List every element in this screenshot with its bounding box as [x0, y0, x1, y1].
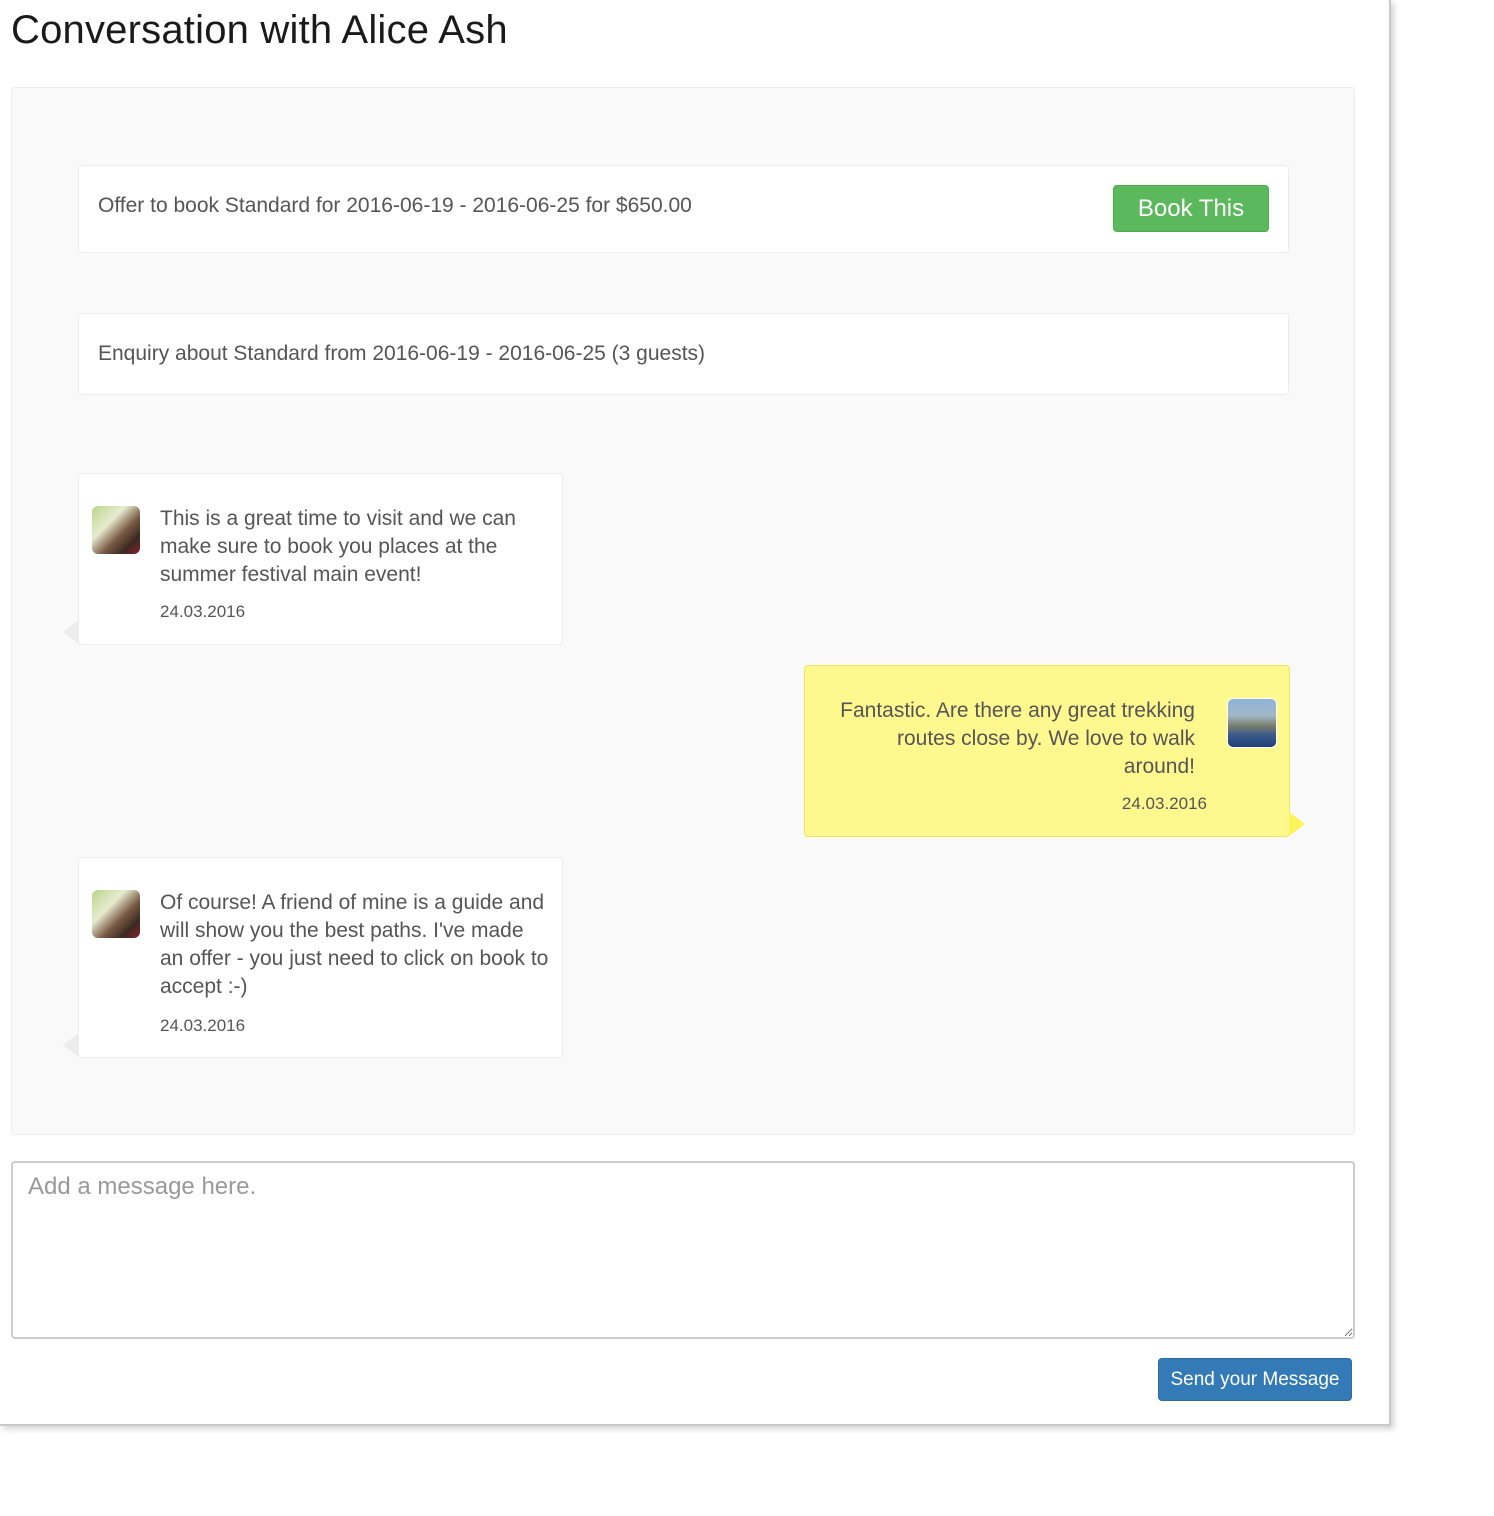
conversation-thread: Offer to book Standard for 2016-06-19 - …	[11, 87, 1355, 1135]
send-message-button[interactable]: Send your Message	[1158, 1358, 1352, 1401]
alice-avatar	[92, 890, 140, 938]
message-text: Fantastic. Are there any great trekking …	[840, 699, 1195, 778]
guest-avatar	[1227, 698, 1277, 748]
message-date: 24.03.2016	[160, 602, 246, 621]
offer-card: Offer to book Standard for 2016-06-19 - …	[78, 165, 1289, 253]
page-title: Conversation with Alice Ash	[11, 8, 508, 52]
message-bubble-received: Of course! A friend of mine is a guide a…	[63, 857, 563, 1058]
message-date: 24.03.2016	[160, 1016, 246, 1035]
alice-avatar	[92, 506, 140, 554]
message-text: Of course! A friend of mine is a guide a…	[160, 891, 549, 998]
message-bubble-received: This is a great time to visit and we can…	[63, 473, 563, 645]
conversation-window: Conversation with Alice Ash Offer to boo…	[0, 0, 1391, 1426]
bubble-tail	[63, 620, 79, 644]
message-bubble-sent: Fantastic. Are there any great trekking …	[804, 665, 1305, 837]
bubble-tail	[1289, 812, 1305, 836]
bubble-tail	[63, 1033, 79, 1057]
message-text: This is a great time to visit and we can…	[160, 507, 516, 586]
enquiry-text: Enquiry about Standard from 2016-06-19 -…	[98, 342, 706, 365]
offer-text: Offer to book Standard for 2016-06-19 - …	[98, 194, 692, 217]
message-input[interactable]	[11, 1161, 1355, 1339]
enquiry-card: Enquiry about Standard from 2016-06-19 -…	[78, 313, 1289, 395]
message-date: 24.03.2016	[1121, 794, 1207, 813]
book-this-button[interactable]: Book This	[1113, 185, 1269, 232]
